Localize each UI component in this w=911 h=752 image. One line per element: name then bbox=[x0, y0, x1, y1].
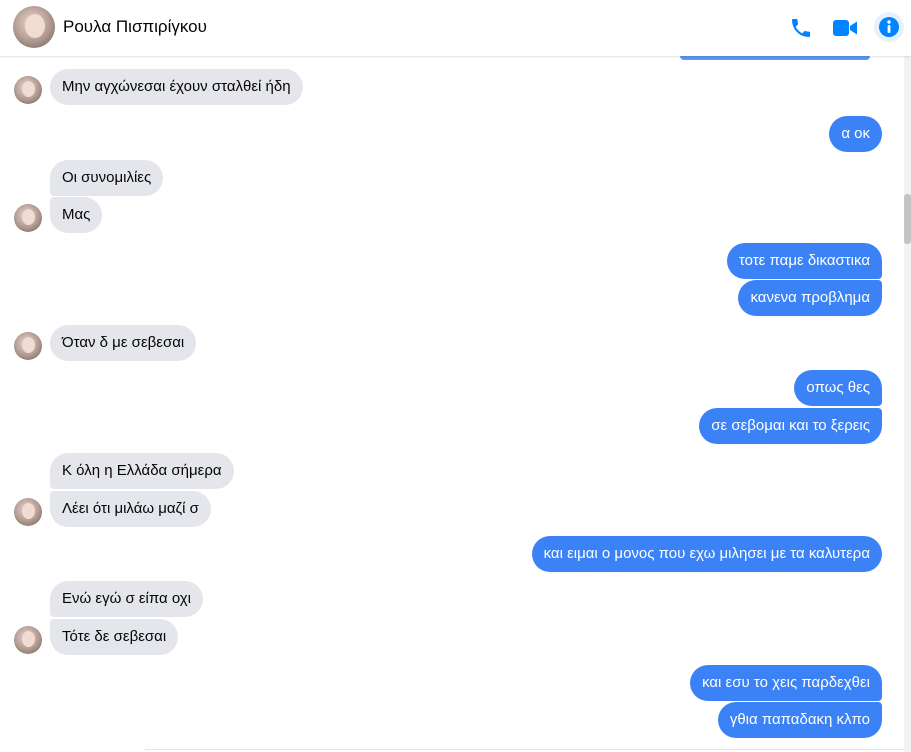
outgoing-message[interactable]: σε σεβομαι και το ξερεις bbox=[699, 408, 882, 444]
contact-avatar[interactable] bbox=[13, 6, 55, 48]
contact-avatar-small[interactable] bbox=[14, 498, 42, 526]
incoming-message[interactable]: Ενώ εγώ σ είπα οχι bbox=[50, 581, 204, 617]
previous-message-edge bbox=[680, 56, 870, 60]
scrollbar[interactable] bbox=[904, 56, 911, 752]
incoming-message[interactable]: Τότε δε σεβεσαι bbox=[50, 619, 179, 655]
incoming-message[interactable]: Οι συνομιλίες bbox=[50, 160, 164, 196]
outgoing-message[interactable]: οπως θες bbox=[794, 370, 882, 406]
outgoing-message[interactable]: α οκ bbox=[829, 116, 882, 152]
info-icon[interactable] bbox=[874, 12, 904, 42]
incoming-message[interactable]: Κ όλη η Ελλάδα σήμερα bbox=[50, 453, 234, 489]
contact-name[interactable]: Ρουλα Πισπιρίγκου bbox=[63, 17, 207, 37]
outgoing-message[interactable]: και ειμαι ο μονος που εχω μιλησει με τα … bbox=[531, 536, 882, 572]
outgoing-message[interactable]: γθια παπαδακη κλπο bbox=[717, 702, 882, 738]
video-camera-icon[interactable] bbox=[831, 14, 859, 42]
contact-avatar-small[interactable] bbox=[14, 332, 42, 360]
contact-avatar-small[interactable] bbox=[14, 626, 42, 654]
scrollbar-thumb[interactable] bbox=[904, 194, 911, 244]
messenger-window: Ρουλα Πισπιρίγκου Μην αγχώνεσαι έχουν στ… bbox=[0, 0, 911, 752]
divider bbox=[145, 749, 905, 750]
incoming-message[interactable]: Μην αγχώνεσαι έχουν σταλθεί ήδη bbox=[50, 69, 303, 105]
outgoing-message[interactable]: τοτε παμε δικαστικα bbox=[726, 243, 882, 279]
phone-icon[interactable] bbox=[787, 14, 815, 42]
conversation-header: Ρουλα Πισπιρίγκου bbox=[0, 0, 911, 56]
outgoing-message[interactable]: και εσυ το χεις παρδεχθει bbox=[690, 665, 882, 701]
contact-avatar-small[interactable] bbox=[14, 76, 42, 104]
incoming-message[interactable]: Όταν δ με σεβεσαι bbox=[50, 325, 197, 361]
incoming-message[interactable]: Μας bbox=[50, 197, 103, 233]
contact-avatar-small[interactable] bbox=[14, 204, 42, 232]
outgoing-message[interactable]: κανενα προβλημα bbox=[738, 280, 882, 316]
incoming-message[interactable]: Λέει ότι μιλάω μαζί σ bbox=[50, 491, 211, 527]
